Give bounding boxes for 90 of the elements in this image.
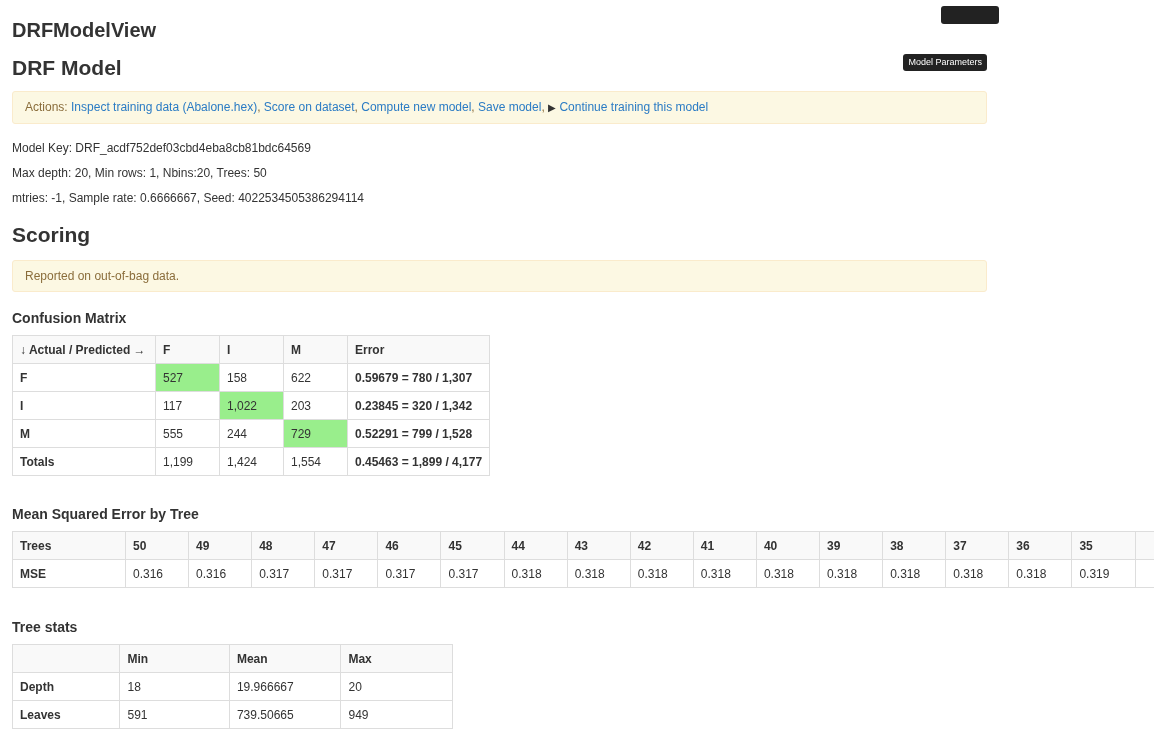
table-cell: 18 [119, 672, 230, 701]
section-title: Scoring [12, 222, 92, 248]
table-cell: 46 [377, 531, 441, 560]
model-title: DRF Model [12, 55, 122, 81]
separator-text: , [257, 100, 261, 114]
table-cell: 44 [504, 531, 568, 560]
table-cell: 729 [283, 419, 348, 448]
separator-text: , [354, 100, 358, 114]
row-header-cell: MSE [12, 559, 126, 588]
table-cell: 0.316 [125, 559, 189, 588]
toolbar-button[interactable] [941, 6, 999, 24]
table-cell: 50 [125, 531, 189, 560]
table-cell: 0.23845 = 320 / 1,342 [347, 391, 490, 420]
table-cell: 244 [219, 419, 284, 448]
table-title: Tree stats [12, 618, 79, 636]
table-cell: 40 [756, 531, 820, 560]
actions-label: Actions: [25, 100, 68, 114]
table-cell: 555 [155, 419, 220, 448]
header-cell: F [155, 335, 220, 364]
table-cell: 158 [219, 363, 284, 392]
table-cell: 0.59679 = 780 / 1,307 [347, 363, 490, 392]
table-cell: 203 [283, 391, 348, 420]
table-cell: 0.317 [314, 559, 378, 588]
table-cell: 1,554 [283, 447, 348, 476]
table-cell: 739.50665 [229, 700, 341, 729]
table-cell: 0.318 [567, 559, 631, 588]
table-cell: 0.317 [440, 559, 505, 588]
row-header-cell: Totals [12, 447, 156, 476]
table-cell: 1,022 [219, 391, 284, 420]
table-cell: 47 [314, 531, 378, 560]
row-header-cell: Depth [12, 672, 120, 701]
table-cell: 0.318 [945, 559, 1009, 588]
table-cell: 36 [1008, 531, 1072, 560]
model-info-text: mtries: -1, Sample rate: 0.6666667, Seed: 4022534505386294114 [12, 191, 366, 205]
table-cell: 42 [630, 531, 694, 560]
table-cell: 0.318 [1008, 559, 1072, 588]
table-title: Mean Squared Error by Tree [12, 505, 200, 523]
action-link[interactable]: Score on dataset [263, 100, 355, 114]
table-cell: 0.316 [188, 559, 252, 588]
table-cell: 0.318 [504, 559, 568, 588]
header-cell: Mean [229, 644, 341, 673]
table-cell: 949 [340, 700, 453, 729]
table-cell: 38 [882, 531, 946, 560]
model-parameters-button[interactable]: Model Parameters [903, 53, 987, 71]
table-cell: 19.966667 [229, 672, 341, 701]
table-cell: 41 [693, 531, 757, 560]
scoring-note: Reported on out-of-bag data. [12, 260, 987, 292]
table-cell: 43 [567, 531, 631, 560]
table-cell: 622 [283, 363, 348, 392]
table-cell: 35 [1071, 531, 1135, 560]
table-cell: 0.318 [630, 559, 694, 588]
table-cell: 39 [819, 531, 883, 560]
table-cell: 0.317 [377, 559, 441, 588]
table-cell: 591 [119, 700, 230, 729]
table-cell: 0.52291 = 799 / 1,528 [347, 419, 490, 448]
play-icon: ▶ [548, 102, 557, 113]
row-header-cell: Trees [12, 531, 126, 560]
row-header-cell: F [12, 363, 156, 392]
model-info-text: Model Key: DRF_acdf752def03cbd4eba8cb81bdc64569 [12, 141, 312, 155]
model-info-text: Max depth: 20, Min rows: 1, Nbins:20, Trees: 50 [12, 166, 268, 180]
table-cell: 48 [251, 531, 315, 560]
table-cell: 0.45463 = 1,899 / 4,177 [347, 447, 490, 476]
table-cell: 1,199 [155, 447, 220, 476]
table-cell: 0.317 [251, 559, 315, 588]
table-cell: 1,424 [219, 447, 284, 476]
table-cell: 49 [188, 531, 252, 560]
header-cell: Min [119, 644, 230, 673]
table-cell: 37 [945, 531, 1009, 560]
table-cell: 20 [340, 672, 453, 701]
separator-text: , [541, 100, 545, 114]
header-cell: Max [340, 644, 453, 673]
row-header-cell: I [12, 391, 156, 420]
table-cell: 45 [440, 531, 505, 560]
separator-text: , [471, 100, 475, 114]
action-link[interactable]: Continue training this model [559, 100, 709, 114]
row-header-cell: Leaves [12, 700, 120, 729]
table-title: Confusion Matrix [12, 309, 128, 327]
header-cell: I [219, 335, 284, 364]
table-cell: 0.318 [693, 559, 757, 588]
row-header-cell: M [12, 419, 156, 448]
table-cell: 0.318 [756, 559, 820, 588]
header-cell: ↓ Actual / Predicted → [12, 335, 156, 364]
table-cell: 0.319 [1071, 559, 1135, 588]
page-title: DRFModelView [12, 18, 157, 42]
table-cell: 117 [155, 391, 220, 420]
header-cell: M [283, 335, 348, 364]
table-cell: 0.318 [882, 559, 946, 588]
table-cell: 0.318 [819, 559, 883, 588]
header-cell: Error [347, 335, 490, 364]
table-cell: 527 [155, 363, 220, 392]
